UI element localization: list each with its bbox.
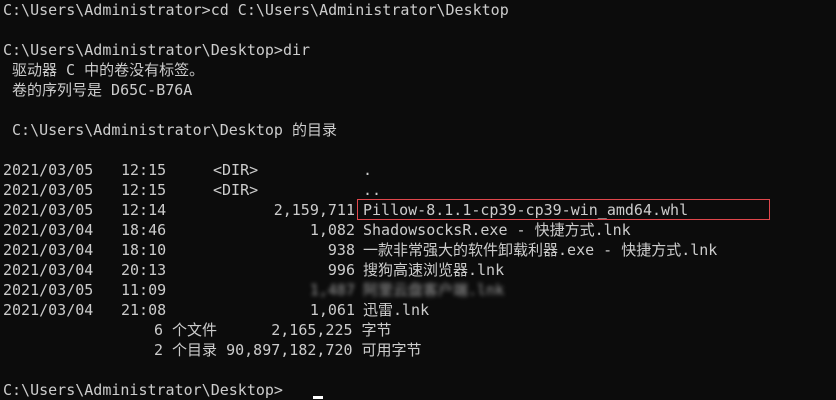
- console-window[interactable]: C:\Users\Administrator>cd C:\Users\Admin…: [0, 0, 836, 400]
- dir-count-summary: 2 个目录 90,897,182,720 可用字节: [154, 341, 422, 359]
- entry-size: 2,159,711: [273, 201, 355, 219]
- command-line-dir: C:\Users\Administrator\Desktop>dir: [3, 41, 311, 59]
- table-row: 2021/03/05 11:09 1,487 阿里云盘客户端.lnk: [3, 280, 833, 300]
- entry-size: 938: [327, 241, 355, 259]
- entry-size: 1,082: [309, 221, 355, 239]
- table-row: 2021/03/04 18:46 1,082 ShadowsocksR.exe …: [3, 220, 833, 240]
- table-row: 2021/03/05 12:15 <DIR> .: [3, 160, 833, 180]
- entry-time: 20:13: [121, 261, 167, 279]
- entry-date: 2021/03/04: [3, 221, 94, 239]
- command-prompt[interactable]: C:\Users\Administrator\Desktop>: [3, 380, 283, 400]
- entry-date: 2021/03/04: [3, 301, 94, 319]
- entry-name-redacted: 阿里云盘客户端.lnk: [363, 281, 505, 299]
- entry-name: ShadowsocksR.exe - 快捷方式.lnk: [363, 221, 631, 239]
- highlight-annotation-box: [357, 199, 770, 220]
- entry-name: ..: [363, 181, 382, 199]
- entry-time: 18:46: [121, 221, 167, 239]
- entry-date: 2021/03/05: [3, 161, 94, 179]
- table-row: 2021/03/04 21:08 1,061 迅雷.lnk: [3, 300, 833, 320]
- entry-size-redacted: 1,487: [309, 281, 355, 299]
- volume-label-text: 驱动器 C 中的卷没有标签。: [3, 61, 205, 79]
- entry-date: 2021/03/05: [3, 181, 94, 199]
- entry-name: 搜狗高速浏览器.lnk: [363, 261, 505, 279]
- entry-date: 2021/03/04: [3, 241, 94, 259]
- entry-time: 18:10: [121, 241, 167, 259]
- entry-type: <DIR>: [213, 181, 259, 199]
- entry-date: 2021/03/04: [3, 261, 94, 279]
- entry-date: 2021/03/05: [3, 281, 94, 299]
- table-row: 2021/03/05 12:15 <DIR> ..: [3, 180, 833, 200]
- entry-size: 996: [327, 261, 355, 279]
- entry-time: 12:14: [121, 201, 167, 219]
- entry-type: <DIR>: [213, 161, 259, 179]
- text-cursor: [313, 396, 323, 399]
- file-count-summary: 6 个文件 2,165,225 字节: [154, 321, 392, 339]
- entry-date: 2021/03/05: [3, 201, 94, 219]
- entry-time: 12:15: [121, 181, 167, 199]
- table-row: 2021/03/04 18:10 938 一款非常强大的软件卸载利器.exe -…: [3, 240, 833, 260]
- entry-time: 11:09: [121, 281, 167, 299]
- directory-header: C:\Users\Administrator\Desktop 的目录: [3, 121, 337, 139]
- entry-name: 一款非常强大的软件卸载利器.exe - 快捷方式.lnk: [363, 241, 718, 259]
- entry-name: 迅雷.lnk: [363, 301, 430, 319]
- volume-serial-text: 卷的序列号是 D65C-B76A: [3, 81, 193, 99]
- entry-time: 12:15: [121, 161, 167, 179]
- entry-name: .: [363, 161, 373, 179]
- entry-time: 21:08: [121, 301, 167, 319]
- table-row: 2021/03/04 20:13 996 搜狗高速浏览器.lnk: [3, 260, 833, 280]
- command-line-cd: C:\Users\Administrator>cd C:\Users\Admin…: [3, 1, 509, 19]
- entry-size: 1,061: [309, 301, 355, 319]
